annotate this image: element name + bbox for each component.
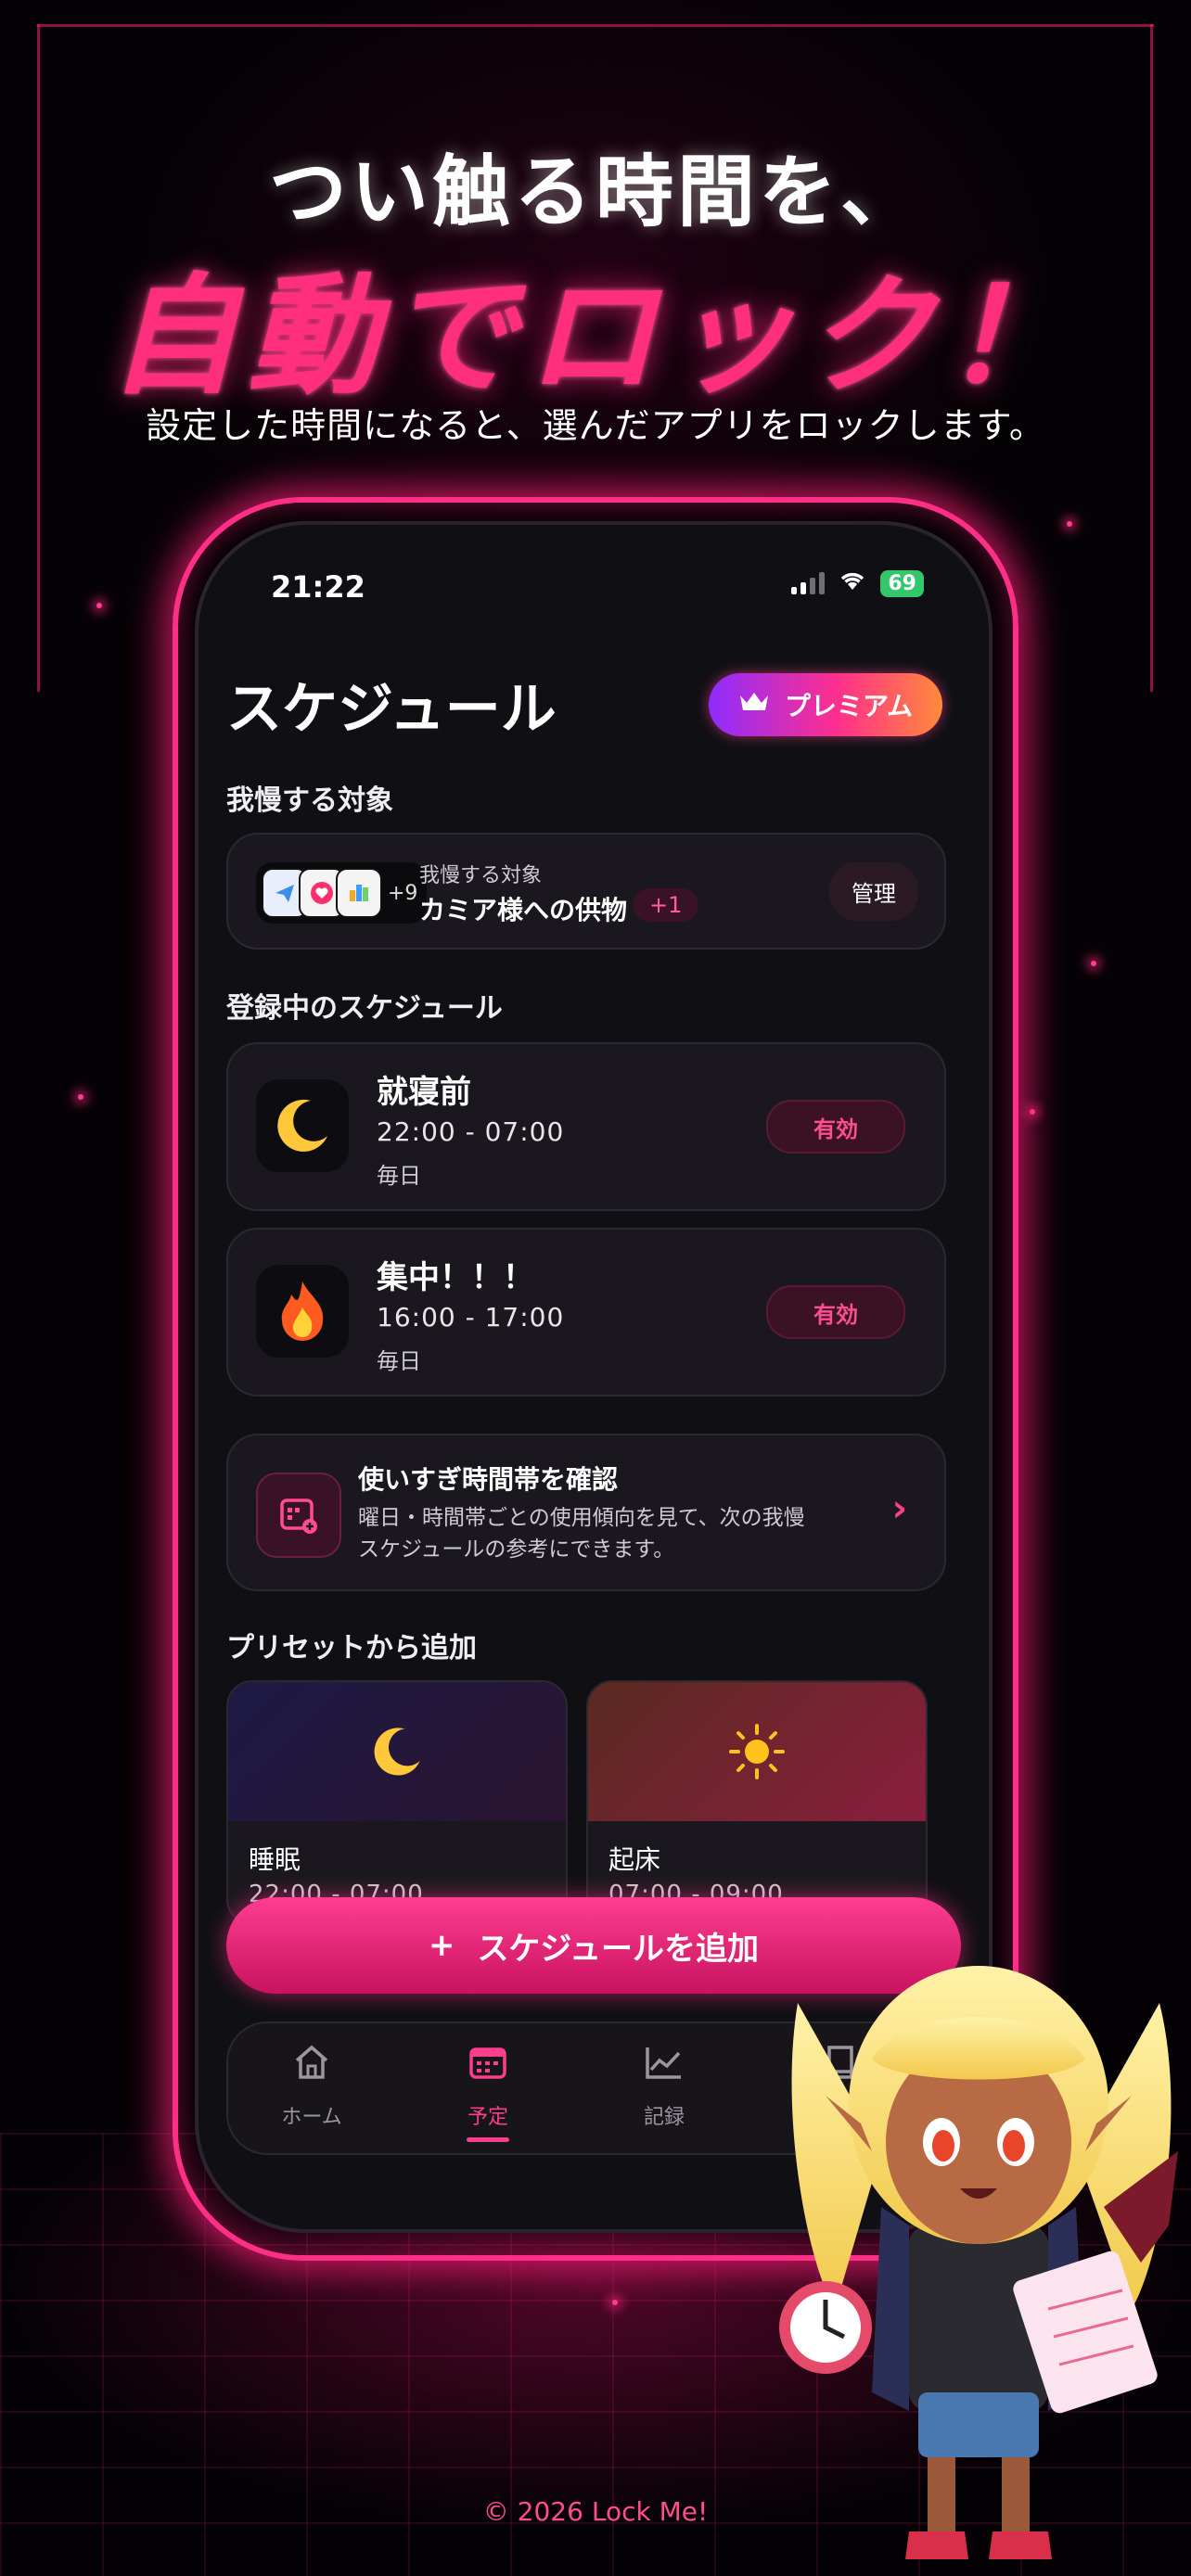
copyright-text: © 2026 Lock Me! [482, 2496, 709, 2527]
neon-frame-top [37, 24, 1154, 27]
enabled-toggle[interactable]: 有効 [766, 1100, 905, 1154]
chart-icon [599, 2042, 729, 2093]
target-section-label: 我慢する対象 [226, 784, 393, 817]
tab-home[interactable]: ホーム [247, 2042, 377, 2130]
preset-card-sleep[interactable]: 睡眠 22:00 - 07:00 [226, 1680, 568, 1925]
schedule-repeat: 毎日 [377, 1348, 421, 1374]
target-name: カミア様への供物 [419, 895, 628, 925]
preset-name: 起床 [608, 1844, 661, 1875]
crescent-moon-icon [228, 1682, 566, 1821]
sparkle [1030, 1109, 1035, 1115]
calendar-icon [423, 2042, 553, 2093]
home-icon [247, 2042, 377, 2093]
status-time: 21:22 [271, 569, 365, 605]
tab-schedule[interactable]: 予定 [423, 2042, 553, 2142]
schedule-name: 集中！！！ [377, 1259, 534, 1296]
active-tab-indicator [467, 2137, 509, 2142]
crescent-moon-icon [256, 1079, 349, 1172]
calendar-chart-icon [256, 1473, 341, 1558]
sparkle [78, 1094, 83, 1100]
plus-icon: + [428, 1927, 455, 1964]
extra-count-badge: +1 [633, 888, 699, 922]
premium-button[interactable]: プレミアム [708, 673, 942, 736]
schedule-name: 就寝前 [377, 1074, 471, 1111]
battery-indicator: 69 [880, 569, 924, 597]
tab-label: ホーム [281, 2106, 342, 2129]
crown-icon [738, 690, 770, 721]
presets-section-label: プリセットから追加 [226, 1632, 477, 1664]
promo-headline: つい触る時間を、 [268, 147, 922, 237]
schedule-time: 22:00 - 07:00 [377, 1116, 565, 1147]
schedule-repeat: 毎日 [377, 1163, 421, 1189]
schedule-card[interactable]: 集中！！！ 16:00 - 17:00 毎日 有効 [226, 1228, 946, 1396]
page-title: スケジュール [226, 677, 557, 742]
target-small-label: 我慢する対象 [419, 864, 543, 887]
add-schedule-label: スケジュールを追加 [477, 1930, 760, 1968]
target-card[interactable]: +9 我慢する対象 カミア様への供物 +1 管理 [226, 833, 946, 950]
cellular-signal-icon [791, 572, 826, 594]
enabled-toggle[interactable]: 有効 [766, 1285, 905, 1339]
tab-label: 予定 [467, 2106, 508, 2129]
tab-label: 記録 [643, 2106, 685, 2129]
schedule-time: 16:00 - 17:00 [377, 1302, 565, 1333]
schedule-card[interactable]: 就寝前 22:00 - 07:00 毎日 有効 [226, 1042, 946, 1211]
wifi-icon [838, 569, 867, 597]
preset-name: 睡眠 [249, 1844, 301, 1875]
fire-icon [256, 1265, 349, 1358]
sun-icon [588, 1682, 926, 1821]
sparkle [96, 603, 102, 608]
mascot-character-illustration [779, 1966, 1178, 2559]
app-icon [336, 868, 382, 918]
sparkle [612, 2300, 618, 2305]
app-icon-stack: +9 [256, 862, 428, 924]
usage-description: 曜日・時間帯ごとの使用傾向を見て、次の我慢スケジュールの参考にできます。 [358, 1506, 805, 1562]
sparkle [1067, 521, 1072, 527]
usage-title: 使いすぎ時間帯を確認 [358, 1464, 619, 1495]
sparkle [1091, 961, 1096, 966]
usage-insight-card[interactable]: 使いすぎ時間帯を確認 曜日・時間帯ごとの使用傾向を見て、次の我慢スケジュールの参… [226, 1434, 946, 1591]
status-icons: 69 [791, 569, 924, 597]
chevron-right-icon: › [891, 1487, 907, 1530]
promo-headline-accent: 自動でロック！ [108, 261, 1082, 413]
premium-label: プレミアム [784, 691, 913, 721]
promo-subline: 設定した時間になると、選んだアプリをロックします。 [146, 405, 1045, 446]
tab-records[interactable]: 記録 [599, 2042, 729, 2130]
more-apps-count: +9 [388, 881, 418, 905]
schedules-section-label: 登録中のスケジュール [226, 992, 503, 1025]
manage-button[interactable]: 管理 [829, 862, 918, 921]
